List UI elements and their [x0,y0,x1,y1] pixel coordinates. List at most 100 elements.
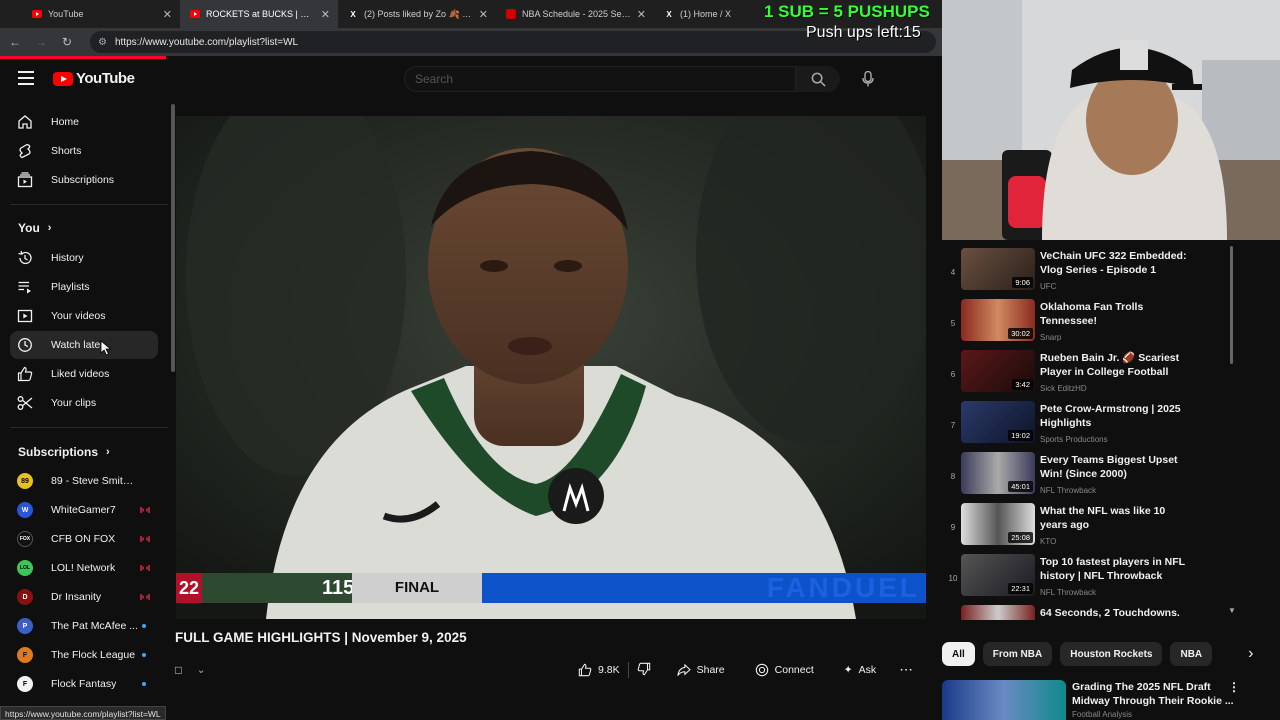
video-thumbnail[interactable] [961,605,1035,620]
sidebar-item-playlists[interactable]: Playlists [10,273,158,301]
browser-tab-2[interactable]: ROCKETS at BUCKS | FULL GAME HIGHLIGHTS … [180,0,338,28]
playlist-item[interactable]: 11 64 Seconds, 2 Touchdowns. [942,605,1240,620]
playlist-item[interactable]: 10 22:31 Top 10 fastest players in NFL h… [942,554,1240,602]
away-score: 22 [176,573,202,603]
like-button[interactable]: 9.8K [578,663,620,677]
search-icon [811,72,826,87]
sidebar-subscriptions-heading[interactable]: Subscriptions › [18,445,110,459]
more-actions-button[interactable]: ··· [894,657,920,683]
chevron-right-icon[interactable]: › [1248,645,1253,663]
playlist-item[interactable]: 9 25:08 What the NFL was like 10 years a… [942,503,1240,551]
recommended-video[interactable]: Grading The 2025 NFL Draft Midway Throug… [942,680,1280,720]
address-bar-row: ← → ↻ ⚙ https://www.youtube.com/playlist… [0,28,942,56]
share-button[interactable]: Share [664,657,737,683]
reload-icon[interactable]: ↻ [60,35,74,49]
browser-tab-1[interactable]: YouTube ✕ [22,0,180,28]
sidebar-item-watch-later[interactable]: Watch later [10,331,158,359]
youtube-header: YouTube Search [0,59,942,99]
sidebar-item-home[interactable]: Home [10,108,158,136]
shorts-icon [17,143,33,159]
new-content-dot [142,682,146,686]
playlist-item[interactable]: 7 19:02 Pete Crow-Armstrong | 2025 Highl… [942,401,1240,449]
link-status-bar: https://www.youtube.com/playlist?list=WL [0,706,166,720]
clock-icon [17,337,33,353]
sidebar-channel[interactable]: 89 89 - Steve Smith Sr [10,467,158,495]
new-content-dot [142,624,146,628]
video-thumbnail[interactable]: 30:02 [961,299,1035,341]
forward-icon[interactable]: → [34,35,48,49]
thumbs-up-icon [17,366,33,382]
video-thumbnail[interactable]: 25:08 [961,503,1035,545]
browser-tab-3[interactable]: X (2) Posts liked by Zo 🍂 (@alo ✕ [338,0,496,28]
channel-avatar: D [17,589,33,605]
mouse-cursor-icon [100,340,112,356]
playlist-item[interactable]: 4 9:06 VeChain UFC 322 Embedded: Vlog Se… [942,248,1240,296]
sponsor-banner: FANDUEL [482,573,926,603]
connect-button[interactable]: Connect [742,657,826,683]
close-icon[interactable]: ✕ [637,8,646,21]
bell-icon[interactable]: ◻ [174,664,183,676]
rec-title: Grading The 2025 NFL Draft Midway Throug… [1072,681,1234,707]
video-thumbnail[interactable] [942,680,1066,720]
ask-button[interactable]: ✦ Ask [831,657,889,683]
sidebar-channel[interactable]: F Flock Fantasy [10,670,158,698]
back-icon[interactable]: ← [8,35,22,49]
sidebar-channel[interactable]: FOX CFB ON FOX [10,525,158,553]
sidebar-item-your-clips[interactable]: Your clips [10,389,158,417]
close-icon[interactable]: ✕ [163,8,172,21]
live-icon [140,565,150,571]
chip-nba[interactable]: NBA [1170,642,1213,666]
playlists-icon [17,279,33,295]
menu-icon[interactable] [18,71,34,85]
video-player[interactable]: 22 115 FINAL FANDUEL [176,116,926,619]
sidebar-item-liked-videos[interactable]: Liked videos [10,360,158,388]
chevron-right-icon: › [106,446,110,458]
playlist-item[interactable]: 5 30:02 Oklahoma Fan Trolls Tennessee! S… [942,299,1240,347]
sidebar-channel[interactable]: F The Flock League [10,641,158,669]
chevron-down-icon[interactable]: ⌄ [197,664,206,676]
sidebar-item-shorts[interactable]: Shorts [10,137,158,165]
close-icon[interactable]: ✕ [479,8,488,21]
close-icon[interactable]: ✕ [321,8,330,21]
subscriptions-icon [17,172,33,188]
site-info-icon[interactable]: ⚙ [98,37,107,48]
more-icon: ··· [900,664,914,676]
video-thumbnail[interactable]: 19:02 [961,401,1035,443]
video-thumbnail[interactable]: 22:31 [961,554,1035,596]
video-thumbnail[interactable]: 45:01 [961,452,1035,494]
playlist-scrollbar[interactable] [1230,246,1233,364]
scissors-icon [17,395,33,411]
channel-avatar: 89 [17,473,33,489]
playlist-item[interactable]: 6 3:42 Rueben Bain Jr. 🏈 Scariest Player… [942,350,1240,398]
sidebar-channel[interactable]: P The Pat McAfee ... [10,612,158,640]
sidebar-channel[interactable]: LOL LOL! Network [10,554,158,582]
channel-avatar: W [17,502,33,518]
playlist-item[interactable]: 8 45:01 Every Teams Biggest Upset Win! (… [942,452,1240,500]
browser-tab-4[interactable]: NBA Schedule - 2025 Season - ✕ [496,0,654,28]
home-icon [17,114,33,130]
sidebar-channel[interactable]: D Dr Insanity [10,583,158,611]
youtube-logo[interactable]: YouTube [53,70,135,87]
chip-all[interactable]: All [942,642,975,666]
sidebar-scrollbar[interactable] [171,104,175,372]
sidebar-item-history[interactable]: History [10,244,158,272]
scroll-down-icon[interactable]: ▼ [1228,606,1236,615]
chip-from-nba[interactable]: From NBA [982,642,1053,666]
search-button[interactable] [796,66,840,92]
game-status: FINAL [352,573,482,603]
dislike-button[interactable] [637,662,651,679]
voice-search-button[interactable] [854,66,882,92]
related-filter-chips: All From NBA Houston Rockets NBA › [942,642,1280,666]
youtube-play-icon [53,71,73,86]
channel-avatar: LOL [17,560,33,576]
more-icon[interactable]: ⋮ [1228,680,1240,694]
sidebar-channel[interactable]: W WhiteGamer7 [10,496,158,524]
video-thumbnail[interactable]: 3:42 [961,350,1035,392]
sidebar-item-your-videos[interactable]: Your videos [10,302,158,330]
channel-avatar: FOX [17,531,33,547]
sidebar-you-heading[interactable]: You › [18,221,51,235]
video-thumbnail[interactable]: 9:06 [961,248,1035,290]
sidebar-item-subscriptions[interactable]: Subscriptions [10,166,158,194]
chip-houston-rockets[interactable]: Houston Rockets [1060,642,1163,666]
search-input[interactable]: Search [404,66,796,92]
